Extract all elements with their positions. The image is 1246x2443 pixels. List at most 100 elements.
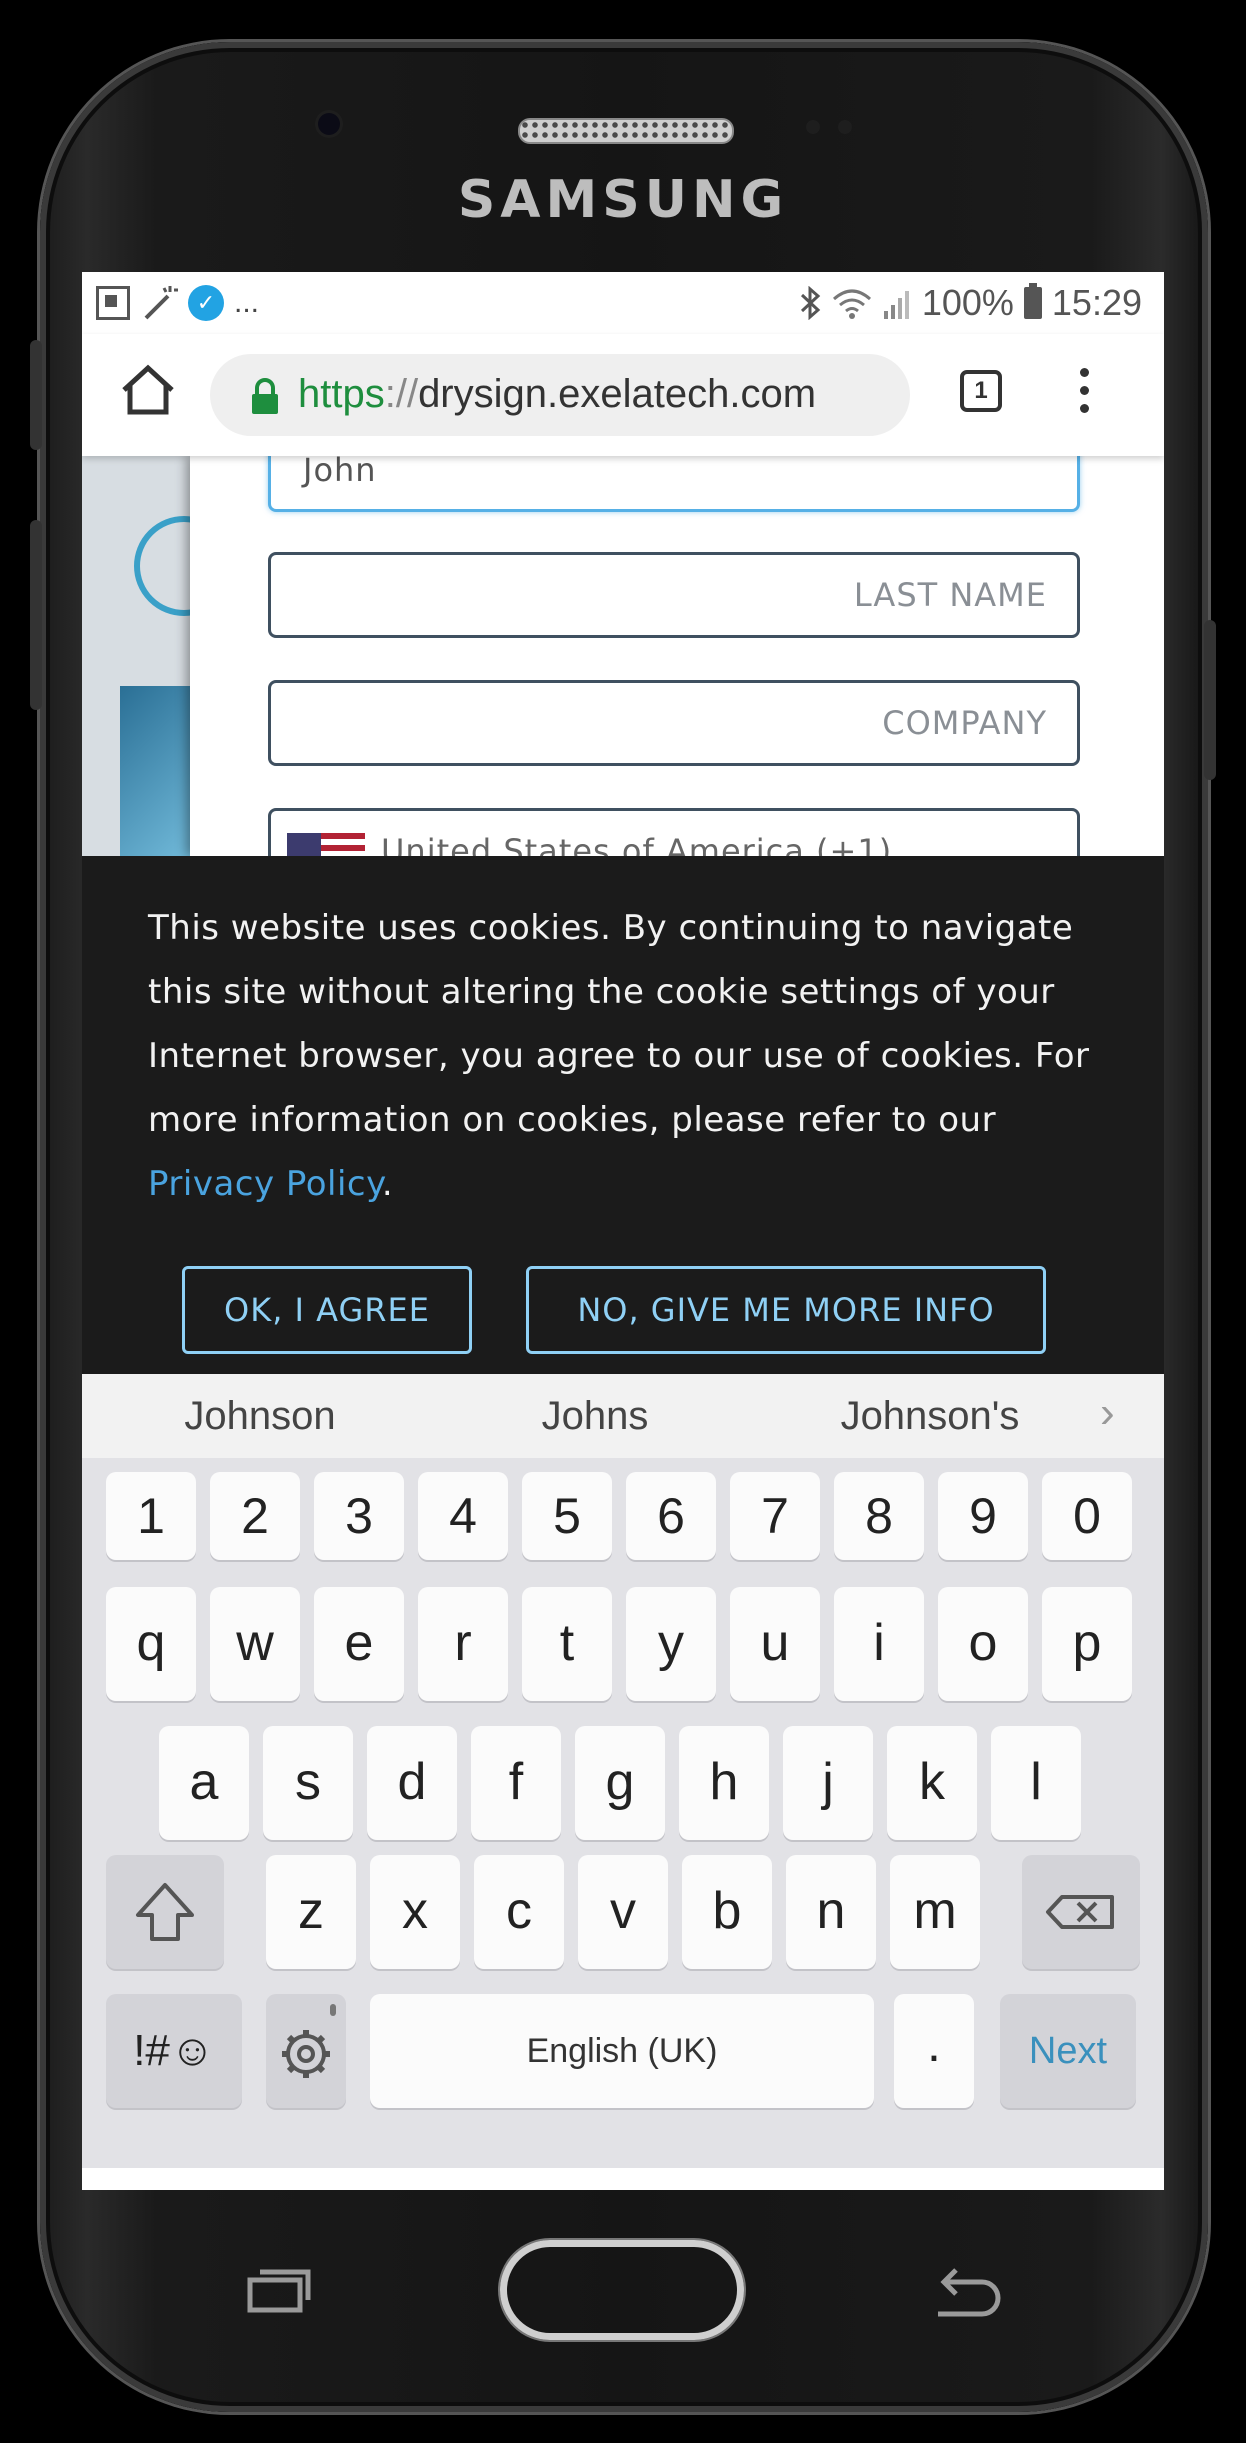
letter-key[interactable]: a — [159, 1726, 249, 1840]
agree-button[interactable]: OK, I AGREE — [182, 1266, 472, 1354]
url-separator: :// — [384, 372, 419, 416]
tab-switcher-button[interactable]: 1 — [960, 370, 1002, 412]
number-key[interactable]: 3 — [314, 1472, 404, 1560]
address-bar[interactable]: https://drysign.exelatech.com — [210, 354, 910, 436]
suggestion-item[interactable]: Johns — [445, 1394, 745, 1439]
shift-arrow-icon — [136, 1883, 194, 1941]
number-key[interactable]: 9 — [938, 1472, 1028, 1560]
front-camera — [318, 113, 340, 135]
letter-key[interactable]: r — [418, 1587, 508, 1701]
letter-key[interactable]: c — [474, 1855, 564, 1969]
letter-key[interactable]: q — [106, 1587, 196, 1701]
next-key[interactable]: Next — [1000, 1994, 1136, 2108]
status-bar: ✓ ... 100% 15:29 — [82, 272, 1164, 334]
letter-key[interactable]: h — [679, 1726, 769, 1840]
country-value: United States of America (+1) — [381, 832, 893, 856]
letter-key[interactable]: i — [834, 1587, 924, 1701]
suggestion-item[interactable]: Johnson's — [780, 1394, 1080, 1439]
number-key[interactable]: 2 — [210, 1472, 300, 1560]
letter-key[interactable]: z — [266, 1855, 356, 1969]
shift-key[interactable] — [106, 1855, 224, 1969]
chevron-right-icon[interactable]: › — [1100, 1388, 1115, 1438]
suggestion-item[interactable]: Johnson — [110, 1394, 410, 1439]
flipboard-icon — [96, 286, 130, 320]
letter-key[interactable]: f — [471, 1726, 561, 1840]
company-field[interactable]: COMPANY — [268, 680, 1080, 766]
cookie-text-end: . — [381, 1164, 394, 1204]
bluetooth-icon — [800, 286, 821, 320]
us-flag-icon — [287, 833, 365, 856]
power-button — [1204, 620, 1216, 780]
letter-key[interactable]: e — [314, 1587, 404, 1701]
letter-key[interactable]: n — [786, 1855, 876, 1969]
light-sensor — [838, 120, 852, 134]
url-host: drysign.exelatech.com — [418, 372, 817, 416]
number-key[interactable]: 8 — [834, 1472, 924, 1560]
home-button[interactable] — [500, 2240, 744, 2340]
country-select[interactable]: United States of America (+1) — [268, 808, 1080, 856]
clock: 15:29 — [1051, 282, 1142, 323]
letter-key[interactable]: v — [578, 1855, 668, 1969]
first-name-field[interactable]: John — [268, 456, 1080, 512]
letter-key[interactable]: t — [522, 1587, 612, 1701]
letter-key[interactable]: w — [210, 1587, 300, 1701]
letter-key[interactable]: d — [367, 1726, 457, 1840]
proximity-sensor — [806, 120, 820, 134]
browser-toolbar: https://drysign.exelatech.com 1 — [82, 334, 1164, 456]
number-key[interactable]: 6 — [626, 1472, 716, 1560]
number-key[interactable]: 7 — [730, 1472, 820, 1560]
keyboard: 1234567890 qwertyuiop asdfghjkl zxcvbnm … — [82, 1458, 1164, 2168]
url-text: https://drysign.exelatech.com — [298, 372, 816, 417]
earpiece-speaker — [518, 118, 734, 144]
screen: ✓ ... 100% 15:29 https://drysign.exelate… — [82, 272, 1164, 2190]
settings-key[interactable] — [266, 1994, 346, 2108]
notification-overflow: ... — [234, 286, 260, 319]
more-info-button[interactable]: NO, GIVE ME MORE INFO — [526, 1266, 1046, 1354]
magic-wand-icon — [144, 286, 178, 320]
symbols-key[interactable]: !#☺ — [106, 1994, 242, 2108]
battery-icon — [1023, 283, 1042, 319]
volume-down-button — [30, 520, 42, 710]
brand-logo: SAMSUNG — [457, 170, 789, 230]
messenger-icon: ✓ — [188, 285, 224, 321]
back-icon[interactable] — [926, 2262, 1004, 2322]
last-name-field[interactable]: LAST NAME — [268, 552, 1080, 638]
backspace-key[interactable] — [1022, 1855, 1140, 1969]
overflow-menu-icon[interactable] — [1080, 368, 1090, 418]
number-key[interactable]: 0 — [1042, 1472, 1132, 1560]
page-background — [82, 456, 234, 856]
letter-key[interactable]: k — [887, 1726, 977, 1840]
cookie-message: This website uses cookies. By continuing… — [148, 896, 1108, 1216]
cookie-banner: This website uses cookies. By continuing… — [82, 856, 1164, 1374]
number-key[interactable]: 5 — [522, 1472, 612, 1560]
space-key[interactable]: English (UK) — [370, 1994, 874, 2108]
battery-percent: 100% — [921, 282, 1014, 323]
signup-form: John LAST NAME COMPANY United States of … — [190, 456, 1164, 856]
home-icon[interactable] — [118, 360, 178, 420]
backspace-icon — [1046, 1895, 1114, 1929]
mic-icon — [330, 2004, 336, 2016]
period-key[interactable]: . — [894, 1994, 974, 2108]
letter-key[interactable]: b — [682, 1855, 772, 1969]
letter-key[interactable]: s — [263, 1726, 353, 1840]
letter-key[interactable]: o — [938, 1587, 1028, 1701]
volume-up-button — [30, 340, 42, 450]
number-key[interactable]: 1 — [106, 1472, 196, 1560]
signal-icon — [883, 291, 909, 319]
letter-key[interactable]: u — [730, 1587, 820, 1701]
letter-key[interactable]: p — [1042, 1587, 1132, 1701]
letter-key[interactable]: j — [783, 1726, 873, 1840]
wifi-icon — [832, 289, 871, 319]
privacy-policy-link[interactable]: Privacy Policy — [148, 1164, 382, 1204]
letter-key[interactable]: l — [991, 1726, 1081, 1840]
lock-icon — [252, 378, 278, 414]
letter-key[interactable]: x — [370, 1855, 460, 1969]
cookie-text: This website uses cookies. By continuing… — [148, 908, 1090, 1140]
web-page: John LAST NAME COMPANY United States of … — [82, 456, 1164, 856]
number-key[interactable]: 4 — [418, 1472, 508, 1560]
letter-key[interactable]: m — [890, 1855, 980, 1969]
gear-icon — [282, 2004, 336, 2078]
letter-key[interactable]: g — [575, 1726, 665, 1840]
letter-key[interactable]: y — [626, 1587, 716, 1701]
recent-apps-icon[interactable] — [246, 2266, 314, 2314]
